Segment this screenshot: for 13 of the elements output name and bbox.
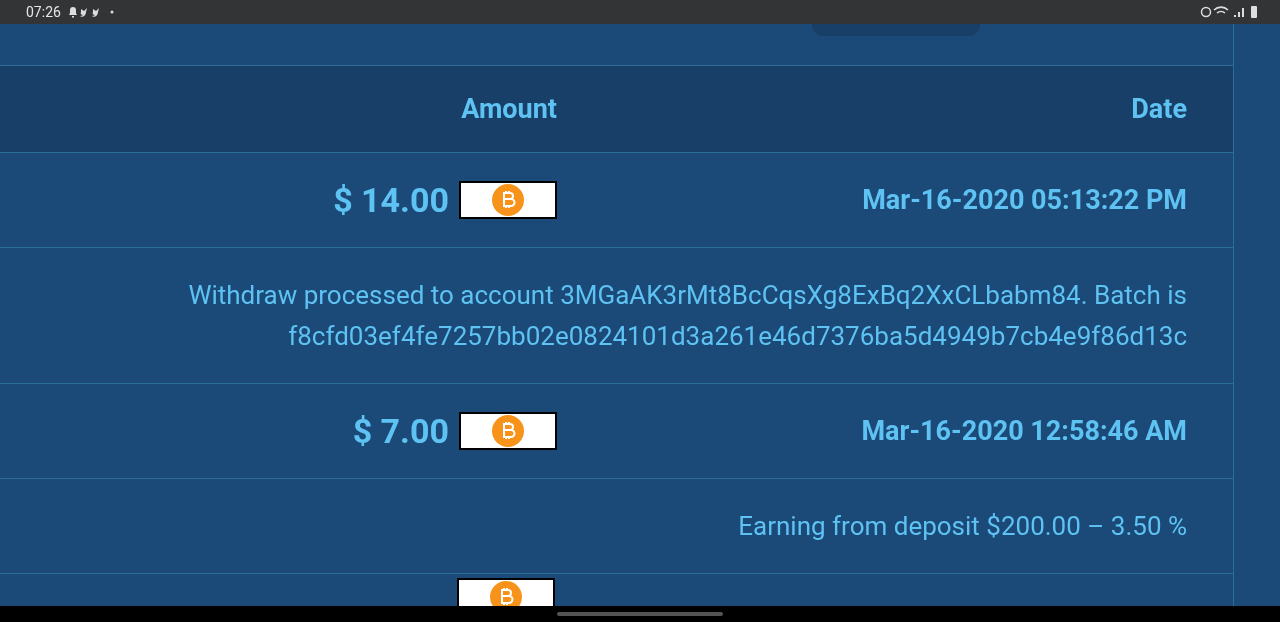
description-text: Withdraw processed to account 3MGaAK3rMt8BcCqsXg8ExBq2XxCLbabm84. Batch is f8cfd03ef4fe7257bb02e0824101d3a261e46d7376ba5d4949b7cb4e9f86d13c (187, 278, 1187, 353)
bitcoin-icon (492, 415, 524, 447)
clock-time: 07:26 (26, 4, 61, 20)
system-status-icons (1200, 5, 1260, 19)
amount-text: $ 7.00 (352, 411, 449, 451)
date-text: Mar-16-2020 12:58:46 AM (860, 415, 1187, 447)
bitcoin-icon (492, 184, 524, 216)
date-text: Mar-16-2020 05:13:22 PM (861, 184, 1187, 216)
column-header: Date (1130, 93, 1187, 125)
amount-text: $ 14.00 (333, 180, 449, 220)
description-text: Earning from deposit $200.00 – 3.50 % (738, 509, 1187, 543)
home-handle[interactable] (557, 612, 723, 616)
column-header: Amount (460, 93, 557, 125)
